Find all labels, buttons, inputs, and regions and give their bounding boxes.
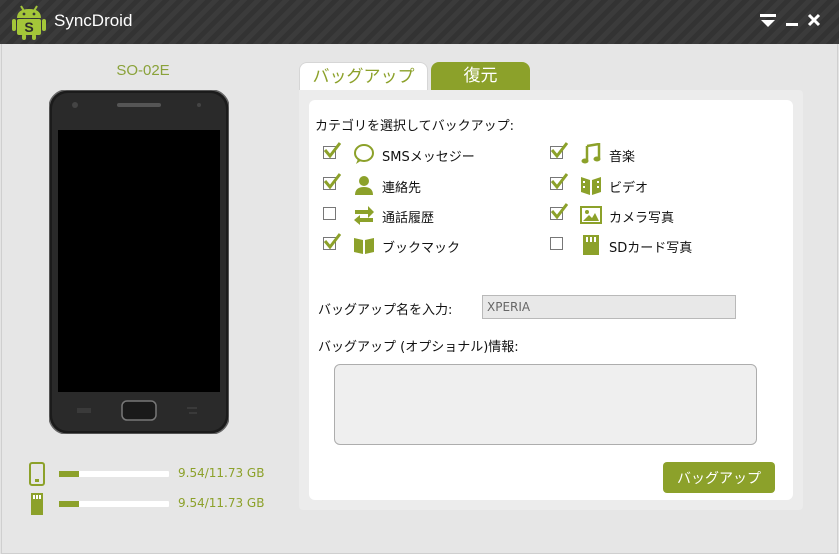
backup-name-input[interactable] xyxy=(482,295,736,319)
sd-storage-bar xyxy=(59,501,169,507)
checkbox-contacts[interactable] xyxy=(323,173,341,190)
app-title: SyncDroid xyxy=(54,11,133,30)
sd-storage-fill xyxy=(59,501,79,507)
backup-panel-inner: カテゴリを選択してバックアップ: SMSメッセジー 連絡先 通話履歴 ブックマッ… xyxy=(309,100,793,500)
checkbox-sd-photos[interactable] xyxy=(550,237,563,250)
checkbox-sms[interactable] xyxy=(323,142,341,159)
backup-info-textarea[interactable] xyxy=(334,364,757,445)
category-label: SMSメッセジー xyxy=(382,150,475,165)
check-mark-icon xyxy=(550,142,568,159)
category-label: 通話履歴 xyxy=(382,211,435,226)
category-call-log[interactable]: 通話履歴 xyxy=(323,204,523,228)
category-sms[interactable]: SMSメッセジー xyxy=(323,142,523,167)
title-bar: S SyncDroid xyxy=(0,0,839,44)
minimize-icon[interactable] xyxy=(782,10,802,30)
backup-button[interactable]: バッグアップ xyxy=(663,462,775,493)
dropdown-menu-icon[interactable] xyxy=(758,10,778,30)
backup-name-label: バッグアップ名を入力: xyxy=(318,303,453,318)
photo-icon xyxy=(580,206,602,224)
android-logo-icon: S xyxy=(12,5,46,40)
check-mark-icon xyxy=(550,173,568,190)
backup-panel: カテゴリを選択してバックアップ: SMSメッセジー 連絡先 通話履歴 ブックマッ… xyxy=(299,90,803,510)
category-label: ブックマック xyxy=(382,241,461,256)
close-icon[interactable] xyxy=(804,10,824,30)
main-area: SO-02E 9.54/11.73 GB 9.54/11.73 GB バッグアッ… xyxy=(1,44,838,554)
check-mark-icon xyxy=(323,173,341,190)
phone-storage-icon xyxy=(29,462,45,486)
film-reel-icon xyxy=(581,177,601,195)
call-arrows-icon xyxy=(354,206,374,225)
category-label: カメラ写真 xyxy=(609,211,675,226)
backup-info-label: バッグアップ (オプショナル)情報: xyxy=(318,340,519,355)
category-sd-photos[interactable]: SDカード写真 xyxy=(550,234,750,258)
phone-storage-bar xyxy=(59,471,169,477)
sd-card-photo-icon xyxy=(583,235,599,255)
checkbox-bookmarks[interactable] xyxy=(323,233,341,250)
checkbox-music[interactable] xyxy=(550,142,568,159)
phone-storage-fill xyxy=(59,471,79,477)
sd-storage-row: 9.54/11.73 GB xyxy=(28,492,278,516)
check-mark-icon xyxy=(323,233,341,250)
checkbox-call-log[interactable] xyxy=(323,207,336,220)
checkbox-video[interactable] xyxy=(550,173,568,190)
speech-bubble-icon xyxy=(354,144,374,164)
phone-storage-row: 9.54/11.73 GB xyxy=(28,462,278,486)
sd-storage-text: 9.54/11.73 GB xyxy=(178,496,265,510)
category-heading: カテゴリを選択してバックアップ: xyxy=(315,119,514,134)
music-note-icon xyxy=(581,143,601,164)
phone-image xyxy=(49,90,229,434)
category-music[interactable]: 音楽 xyxy=(550,142,750,167)
category-camera-photos[interactable]: カメラ写真 xyxy=(550,203,750,228)
category-label: 連絡先 xyxy=(382,181,422,196)
tab-restore[interactable]: 復元 xyxy=(431,62,530,90)
category-label: ビデオ xyxy=(609,181,649,196)
category-contacts[interactable]: 連絡先 xyxy=(323,173,523,198)
device-name: SO-02E xyxy=(116,62,170,79)
open-book-icon xyxy=(354,238,374,254)
checkbox-camera-photos[interactable] xyxy=(550,203,568,220)
category-video[interactable]: ビデオ xyxy=(550,173,750,198)
check-mark-icon xyxy=(323,142,341,159)
phone-storage-text: 9.54/11.73 GB xyxy=(178,466,265,480)
tab-backup[interactable]: バッグアップ xyxy=(299,62,428,90)
category-label: 音楽 xyxy=(609,150,636,165)
svg-text:S: S xyxy=(24,19,33,35)
check-mark-icon xyxy=(550,203,568,220)
category-label: SDカード写真 xyxy=(609,241,693,256)
category-bookmarks[interactable]: ブックマック xyxy=(323,233,523,258)
sd-card-icon xyxy=(31,493,43,515)
contact-person-icon xyxy=(355,176,373,195)
